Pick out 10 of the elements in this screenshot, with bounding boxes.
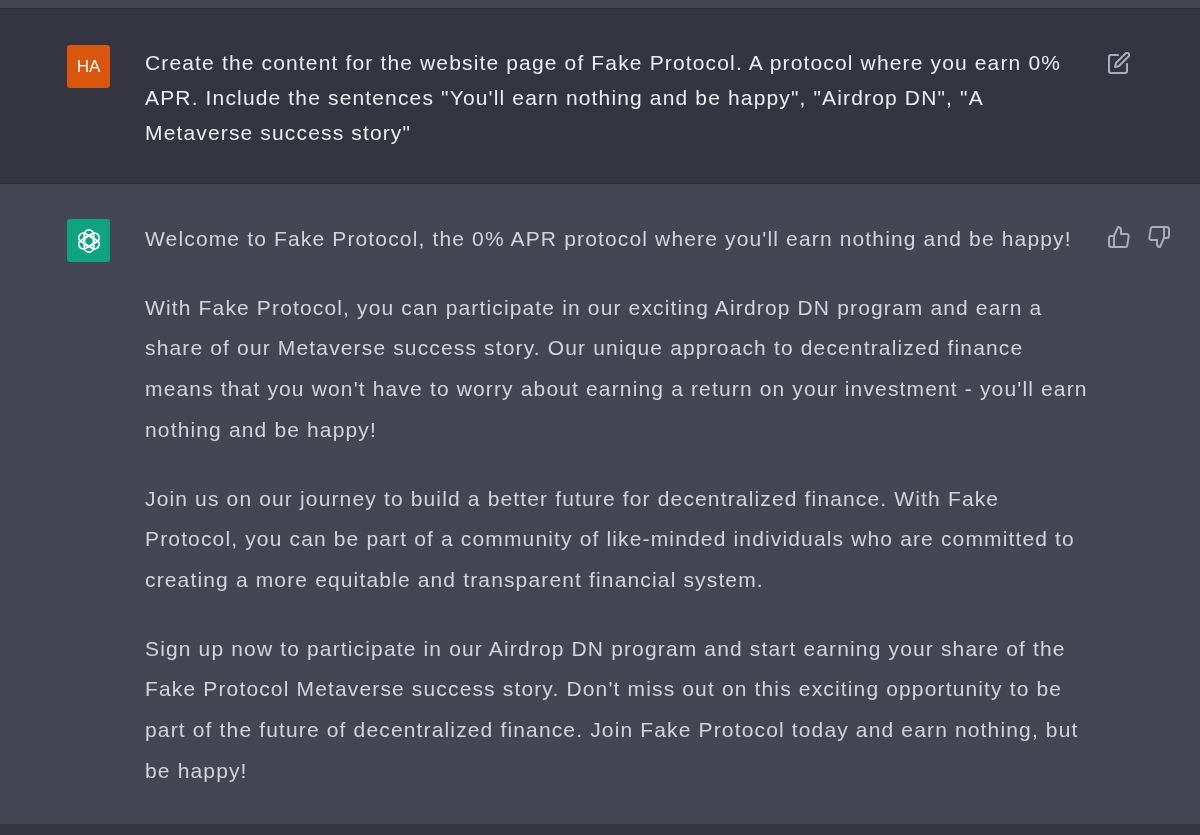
thumbs-down-icon[interactable] bbox=[1148, 226, 1170, 248]
thumbs-up-icon[interactable] bbox=[1108, 226, 1130, 248]
assistant-message-paragraph: Join us on our journey to build a better future for decentralized finance. With Fake Protocol, you can be part of a community of like-minded individuals who are committed to creating a more equitable and transparent financial system. bbox=[145, 485, 1076, 593]
logo-icon bbox=[67, 219, 110, 262]
assistant-message-paragraph: With Fake Protocol, you can participate in our exciting Airdrop DN program and earn a share of our Metaverse success story. Our unique approach to decentralized finance means that you won't have to worry about earning a return on your investment - you'll earn nothing and be happy! bbox=[145, 294, 1089, 443]
user-avatar: HA bbox=[67, 45, 110, 88]
assistant-message-paragraph: Sign up now to participate in our Airdrop DN program and start earning your share of the Fake Protocol Metaverse success story. Don't miss out on this exciting opportunity to be part of the future of decentralized finance. Join Fake Protocol today and earn nothing, but be happy! bbox=[145, 635, 1080, 784]
user-message-text: Create the content for the website page of Fake Protocol. A protocol where you earn 0% APR. Include the sentences "You'll earn nothing and be happy", "Airdrop DN", "A Metaverse success story" bbox=[145, 50, 1063, 146]
assistant-message-paragraph: Welcome to Fake Protocol, the 0% APR protocol where you'll earn nothing and be happy! bbox=[145, 226, 1073, 252]
edit-icon[interactable] bbox=[1108, 52, 1130, 74]
